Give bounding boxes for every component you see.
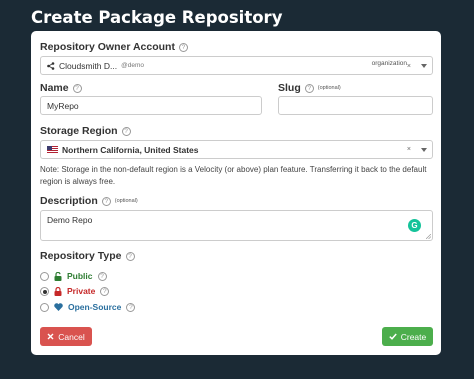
check-icon [389, 333, 397, 340]
slug-input[interactable] [278, 96, 433, 115]
type-option-public[interactable]: Public ? [40, 271, 107, 281]
help-icon[interactable]: ? [97, 271, 107, 281]
create-button[interactable]: Create [382, 327, 433, 346]
us-flag-icon [47, 146, 58, 153]
help-icon[interactable]: ? [101, 196, 111, 206]
clear-icon[interactable]: × [407, 146, 411, 153]
owner-type: organization [371, 60, 407, 67]
help-icon[interactable]: ? [304, 83, 314, 93]
repository-type-label: Repository Type ? [40, 250, 135, 262]
resize-handle-icon[interactable] [426, 234, 431, 239]
name-input[interactable]: MyRepo [40, 96, 262, 115]
lock-icon [54, 286, 62, 296]
public-radio[interactable] [40, 271, 49, 281]
storage-region-note: Note: Storage in the non-default region … [40, 165, 427, 186]
heart-icon [54, 303, 63, 311]
storage-region-value: Northern California, United States [62, 144, 199, 155]
description-label: Description ? (optional) [40, 195, 138, 207]
help-icon[interactable]: ? [121, 126, 131, 136]
description-textarea[interactable]: Demo Repo G [40, 210, 433, 241]
private-radio[interactable] [40, 286, 49, 296]
open-source-radio[interactable] [40, 302, 49, 312]
help-icon[interactable]: ? [126, 302, 136, 312]
create-repository-form: Repository Owner Account ? Cloudsmith D.… [31, 31, 441, 355]
type-option-open-source[interactable]: Open-Source ? [40, 302, 136, 312]
help-icon[interactable]: ? [72, 83, 82, 93]
clear-icon[interactable]: × [407, 63, 411, 70]
type-option-private[interactable]: Private ? [40, 286, 110, 296]
share-icon [47, 61, 55, 70]
page-title: Create Package Repository [31, 8, 283, 27]
owner-account-select[interactable]: Cloudsmith D... @demo organization × [40, 56, 433, 75]
slug-label: Slug ? (optional) [278, 82, 341, 94]
chevron-down-icon[interactable] [421, 148, 427, 152]
owner-account-label: Repository Owner Account ? [40, 41, 188, 53]
name-label: Name ? [40, 82, 82, 94]
storage-region-select[interactable]: Northern California, United States × [40, 140, 433, 159]
help-icon[interactable]: ? [125, 251, 135, 261]
unlock-icon [54, 271, 62, 281]
close-icon [47, 333, 54, 340]
storage-region-label: Storage Region ? [40, 125, 131, 137]
help-icon[interactable]: ? [100, 286, 110, 296]
chevron-down-icon[interactable] [421, 64, 427, 68]
grammarly-icon[interactable]: G [408, 219, 421, 232]
owner-name: Cloudsmith D... [59, 60, 118, 71]
owner-handle: @demo [121, 62, 144, 69]
cancel-button[interactable]: Cancel [40, 327, 92, 346]
help-icon[interactable]: ? [178, 42, 188, 52]
